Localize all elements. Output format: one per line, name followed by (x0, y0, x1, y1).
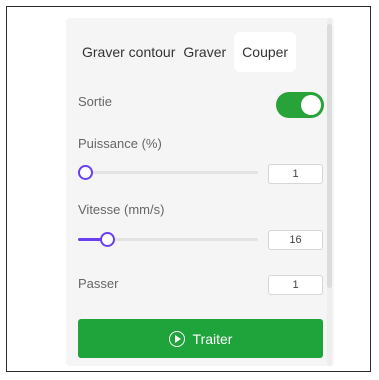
process-button[interactable]: Traiter (78, 319, 323, 358)
passes-input[interactable] (268, 275, 323, 295)
power-slider-thumb[interactable] (78, 165, 93, 180)
speed-input[interactable] (268, 230, 323, 250)
play-circle-icon (168, 330, 185, 347)
tab-bar: Graver contour Graver Couper (78, 32, 297, 72)
power-input[interactable] (268, 164, 323, 184)
settings-panel: Graver contour Graver Couper Sortie Puis… (66, 18, 334, 366)
speed-slider-thumb[interactable] (100, 232, 115, 247)
process-button-label: Traiter (192, 330, 233, 347)
speed-slider[interactable] (78, 231, 258, 247)
output-label: Sortie (78, 94, 112, 109)
power-label: Puissance (%) (78, 136, 162, 151)
tab-graver[interactable]: Graver (179, 32, 230, 72)
power-slider[interactable] (78, 164, 258, 180)
tab-graver-contour[interactable]: Graver contour (78, 32, 179, 72)
speed-label: Vitesse (mm/s) (78, 202, 165, 217)
toggle-knob (301, 95, 321, 115)
power-slider-track (78, 171, 258, 174)
scrollbar-thumb[interactable] (327, 24, 332, 288)
passes-label: Passer (78, 276, 119, 291)
tab-couper[interactable]: Couper (234, 32, 297, 72)
output-toggle[interactable] (276, 92, 324, 118)
